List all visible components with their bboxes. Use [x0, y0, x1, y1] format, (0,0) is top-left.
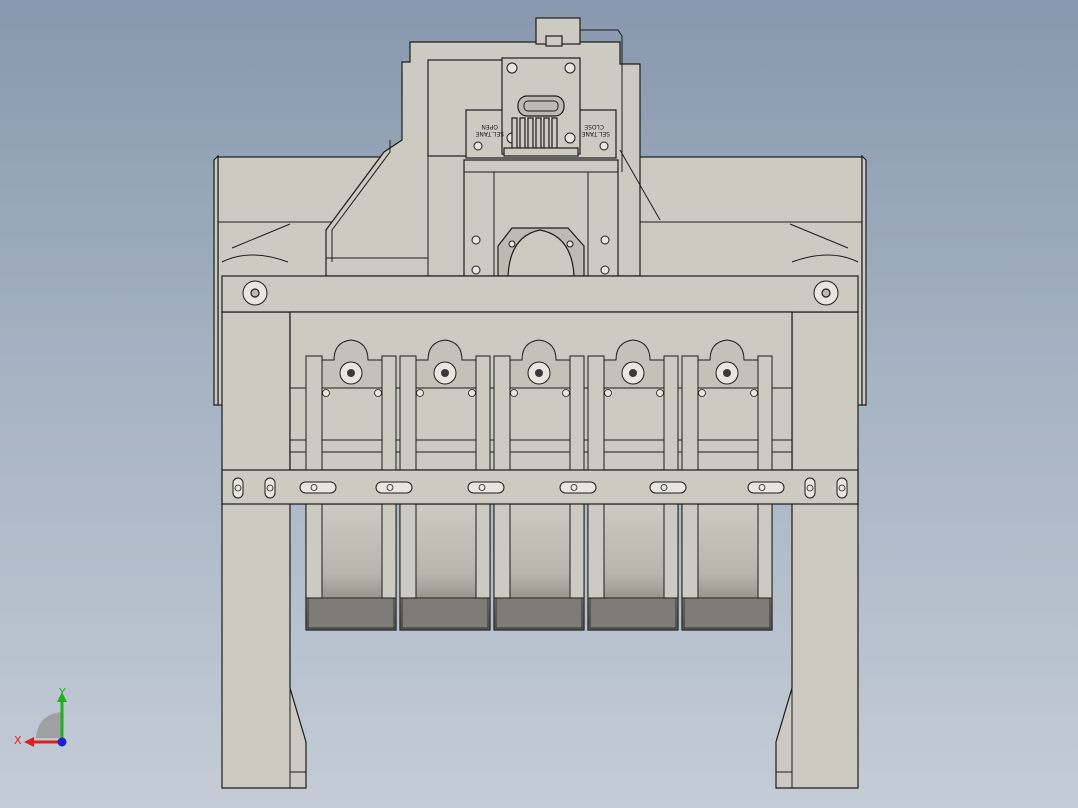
- roller-axle: [629, 369, 637, 377]
- screw-hole: [604, 389, 612, 397]
- main-beam: [221, 275, 859, 313]
- valve-label-left-top: OPEN: [481, 123, 498, 130]
- valve-label-right-top: CLOSE: [584, 123, 604, 130]
- clamp-slot-screw: [478, 484, 486, 491]
- roller-axle: [535, 369, 543, 377]
- valve-label-left-bottom: SEL.TANE: [475, 130, 504, 137]
- finger-tip: [683, 597, 771, 629]
- left-side-lip: [213, 154, 219, 406]
- clamp-slot-screw: [310, 484, 318, 491]
- clamp-slot: [467, 481, 505, 494]
- screw-hole: [322, 389, 330, 397]
- screw-hole: [374, 389, 382, 397]
- clamp-slot-screw: [660, 484, 668, 491]
- triad-z-axis: [57, 737, 67, 747]
- clamp-slot: [299, 481, 337, 494]
- clamp-slot: [375, 481, 413, 494]
- roller-axle: [347, 369, 355, 377]
- screw-hole: [750, 389, 758, 397]
- triad-quadrant: [36, 712, 62, 738]
- vertical-slot-screw: [838, 484, 846, 492]
- triad-x-label: X: [14, 734, 22, 747]
- axis-triad: Y X: [14, 686, 67, 747]
- finger-tip: [495, 597, 583, 629]
- clamp-slot: [747, 481, 785, 494]
- roller-axle: [723, 369, 731, 377]
- screw-hole: [656, 389, 664, 397]
- screw-hole: [416, 389, 424, 397]
- screw-hole: [562, 389, 570, 397]
- cad-viewport[interactable]: OPEN SEL.TANE CLOSE SEL.TANE Y X: [0, 0, 1078, 808]
- finger-tip: [589, 597, 677, 629]
- clamp-slot: [559, 481, 597, 494]
- finger-tip: [401, 597, 489, 629]
- screw-hole: [468, 389, 476, 397]
- vertical-slot-screw: [266, 484, 274, 492]
- right-side-lip: [861, 154, 867, 406]
- screw-hole: [698, 389, 706, 397]
- vertical-slot-screw: [806, 484, 814, 492]
- roller-axle: [441, 369, 449, 377]
- finger-carrier: [289, 311, 793, 471]
- vertical-slot-screw: [234, 484, 242, 492]
- valve-label-right-bottom: SEL.TANE: [581, 130, 610, 137]
- triad-y-label: Y: [58, 686, 66, 699]
- gripper-model[interactable]: OPEN SEL.TANE CLOSE SEL.TANE: [0, 0, 1078, 808]
- clamp-slot: [649, 481, 687, 494]
- clamp-slot-screw: [570, 484, 578, 491]
- screw-hole: [510, 389, 518, 397]
- clamp-slot-screw: [386, 484, 394, 491]
- clamp-slot-screw: [758, 484, 766, 491]
- finger-tip: [307, 597, 395, 629]
